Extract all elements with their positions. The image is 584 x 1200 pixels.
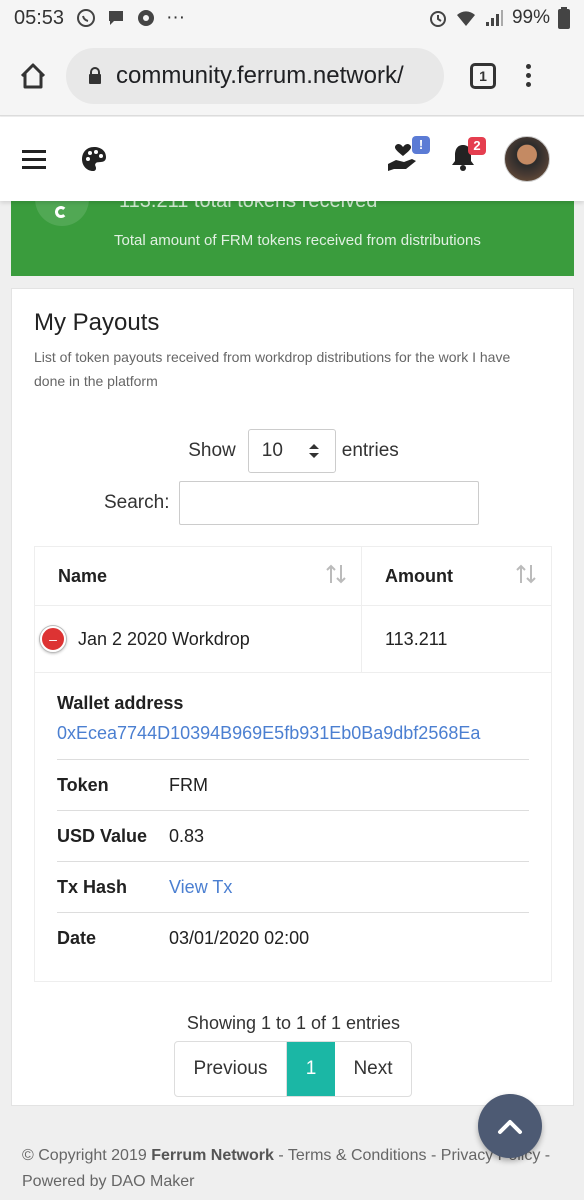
menu-dot xyxy=(526,73,531,78)
detail-row-usd-value: USD Value 0.83 xyxy=(57,810,529,861)
alarm-icon xyxy=(429,11,446,27)
token-icon xyxy=(55,206,67,218)
address-bar[interactable]: community.ferrum.network/ xyxy=(66,47,444,104)
tab-switcher-button[interactable]: 1 xyxy=(470,62,496,89)
battery-icon xyxy=(558,7,570,29)
collapse-row-icon[interactable]: – xyxy=(40,626,66,652)
soccer-ball-icon xyxy=(138,10,155,26)
detail-row-tx-hash: Tx Hash View Tx xyxy=(57,861,529,912)
column-header-label: Amount xyxy=(385,565,453,586)
table-header: Name Amount xyxy=(34,546,552,606)
notifications-button[interactable]: 2 xyxy=(450,136,486,176)
search-control: Search: xyxy=(104,481,480,525)
browser-menu-button[interactable] xyxy=(526,64,531,87)
sort-icon xyxy=(326,564,346,584)
payouts-table: Name Amount – Jan 2 2020 Workdrop 113.21… xyxy=(34,546,552,982)
android-status-bar: 05:53 ··· 99% xyxy=(0,0,584,36)
row-name-cell: – Jan 2 2020 Workdrop xyxy=(35,606,362,672)
footer-brand-link[interactable]: Ferrum Network xyxy=(151,1147,274,1164)
detail-key: Date xyxy=(57,927,97,948)
notification-badge: 2 xyxy=(468,136,486,155)
chevron-up-icon xyxy=(498,1120,522,1134)
page-1-button[interactable]: 1 xyxy=(287,1042,335,1096)
column-header-label: Name xyxy=(58,565,108,586)
status-time: 05:53 xyxy=(14,6,65,29)
home-icon xyxy=(20,63,46,88)
signal-icon xyxy=(485,10,503,26)
detail-row-token: Token FRM xyxy=(57,759,529,810)
page-length-select[interactable]: 10 xyxy=(247,429,336,473)
payouts-subtitle: List of token payouts received from work… xyxy=(34,349,511,389)
app-navbar: ! 2 xyxy=(0,117,584,201)
url-text: community.ferrum.network/ xyxy=(116,61,404,89)
page-length-control: Show 10 entries xyxy=(12,429,575,473)
column-header-name[interactable]: Name xyxy=(35,547,362,605)
search-input[interactable] xyxy=(179,481,480,525)
payouts-title: My Payouts xyxy=(34,309,160,336)
search-label: Search: xyxy=(104,492,170,513)
detail-key: Token xyxy=(57,774,109,795)
table-row[interactable]: – Jan 2 2020 Workdrop 113.211 xyxy=(34,606,552,673)
detail-value: 0.83 xyxy=(169,825,205,846)
select-arrows-icon xyxy=(308,444,319,458)
row-amount: 113.211 xyxy=(385,628,448,649)
more-notifications-icon: ··· xyxy=(166,7,186,28)
wishlist-badge: ! xyxy=(412,135,430,154)
show-label: Show xyxy=(188,440,236,461)
pagination: Previous 1 Next xyxy=(174,1041,412,1097)
hamburger-bar xyxy=(22,149,46,153)
stat-description: Total amount of FRM tokens received from… xyxy=(114,232,481,249)
table-info: Showing 1 to 1 of 1 entries xyxy=(186,1013,401,1033)
scroll-to-top-button[interactable] xyxy=(478,1094,542,1158)
menu-dot xyxy=(526,64,531,69)
page-length-value: 10 xyxy=(261,440,283,461)
stat-value-partial: 113.211 total tokens received xyxy=(119,200,378,212)
browser-toolbar: community.ferrum.network/ 1 xyxy=(0,36,584,116)
detail-value: FRM xyxy=(169,774,208,795)
hamburger-bar xyxy=(22,165,46,169)
wallet-address-label: Wallet address xyxy=(57,693,184,713)
sort-icon xyxy=(516,564,536,584)
home-button[interactable] xyxy=(0,62,66,90)
detail-value: 03/01/2020 02:00 xyxy=(169,927,310,948)
whatsapp-icon xyxy=(77,9,96,27)
column-header-amount[interactable]: Amount xyxy=(362,547,551,605)
user-avatar[interactable] xyxy=(504,136,550,182)
previous-page-button[interactable]: Previous xyxy=(175,1042,287,1096)
footer-copyright: © Copyright 2019 xyxy=(22,1147,152,1164)
wishlist-button[interactable]: ! xyxy=(386,135,430,177)
my-payouts-card: My Payouts List of token payouts receive… xyxy=(11,288,574,1106)
entries-label: entries xyxy=(341,440,399,461)
hamburger-bar xyxy=(22,157,46,161)
view-tx-link[interactable]: View Tx xyxy=(169,877,232,898)
palette-icon[interactable] xyxy=(80,145,108,173)
chat-bubble-icon xyxy=(109,11,124,25)
battery-level: 99% xyxy=(511,7,550,28)
menu-dot xyxy=(526,82,531,87)
detail-key: Tx Hash xyxy=(57,876,128,897)
detail-row-date: Date 03/01/2020 02:00 xyxy=(57,912,529,963)
wallet-address-link[interactable]: 0xEcea7744D10394B969E5fb931Eb0Ba9dbf2568… xyxy=(57,723,480,744)
row-detail-panel: Wallet address 0xEcea7744D10394B969E5fb9… xyxy=(34,673,552,982)
detail-key: USD Value xyxy=(57,825,148,846)
row-name: Jan 2 2020 Workdrop xyxy=(78,628,250,649)
footer-terms-link[interactable]: - Terms & Conditions - xyxy=(274,1147,441,1164)
tokens-received-card: 113.211 total tokens received Total amou… xyxy=(11,200,574,276)
next-page-button[interactable]: Next xyxy=(335,1042,411,1096)
hamburger-menu-icon[interactable] xyxy=(22,149,46,169)
wifi-icon xyxy=(456,11,475,26)
lock-icon xyxy=(89,66,101,84)
